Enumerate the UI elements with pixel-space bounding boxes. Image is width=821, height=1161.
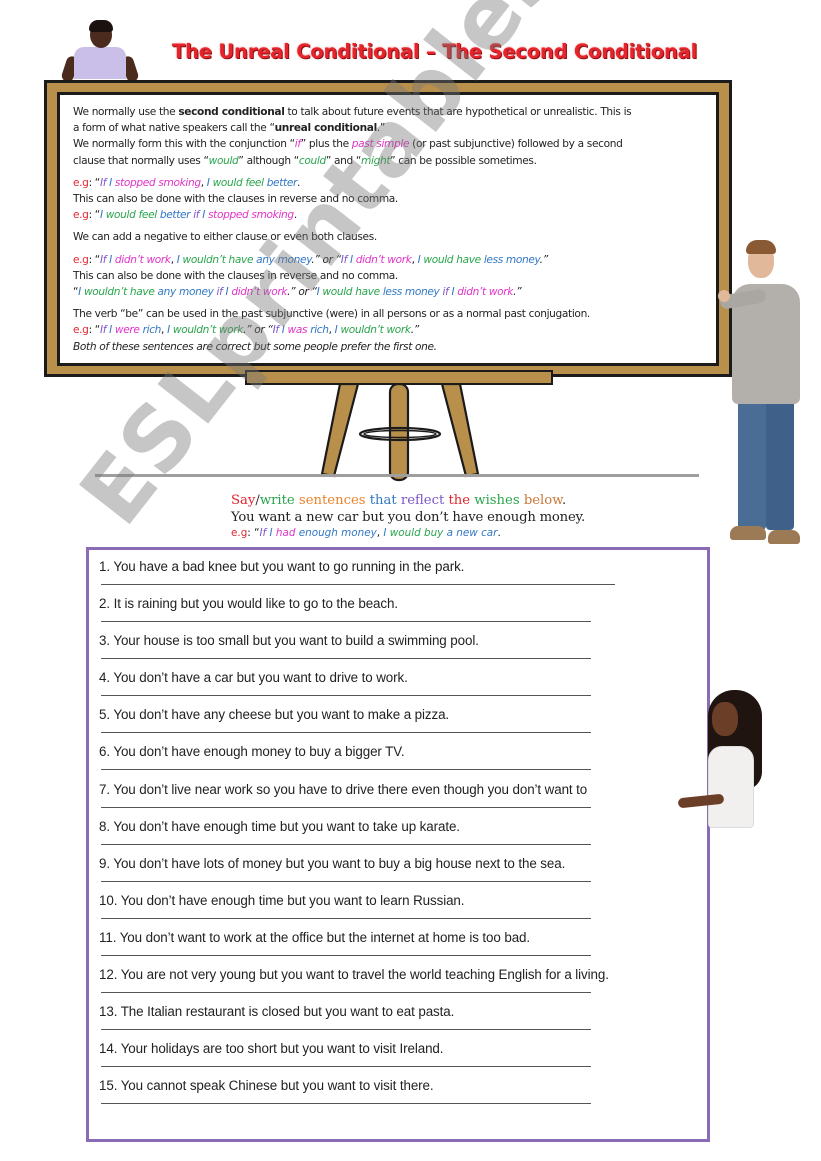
instruction-word: wishes xyxy=(474,493,524,508)
answer-line[interactable] xyxy=(101,584,615,585)
answer-line[interactable] xyxy=(101,732,591,734)
easel-shelf xyxy=(245,370,553,385)
be-note: The verb “be” can be used in the past su… xyxy=(73,308,590,321)
exercise-prompt: 1. You have a bad knee but you want to g… xyxy=(99,559,465,574)
grammar-explanation-board: We normally use the second conditional t… xyxy=(57,92,719,366)
answer-example: e.g: “If I had enough money, I would buy… xyxy=(231,527,501,539)
exercise-item: 13. The Italian restaurant is closed but… xyxy=(99,1002,707,1039)
exercise-item: 12. You are not very young but you want … xyxy=(99,965,707,1002)
exercise-prompt: 8. You don’t have enough time but you wa… xyxy=(99,818,460,834)
exercise-prompt: 4. You don’t have a car but you want to … xyxy=(99,670,408,686)
instruction-word: sentences xyxy=(298,493,370,508)
exercise-item: 15. You cannot speak Chinese but you wan… xyxy=(99,1076,707,1113)
instruction-word: Say xyxy=(231,493,256,508)
answer-line[interactable] xyxy=(101,769,591,771)
example-5: e.g: “If I were rich, I wouldn’t work.” … xyxy=(73,324,419,337)
exercise-item: 8. You don’t have enough time but you wa… xyxy=(99,817,707,854)
instruction-heading: Say/write sentences that reflect the wis… xyxy=(231,492,585,509)
negative-note: We can add a negative to either clause o… xyxy=(73,231,377,244)
exercise-item: 14. Your holidays are too short but you … xyxy=(99,1039,707,1076)
instruction-word: write xyxy=(259,493,299,508)
man-pointing-illustration xyxy=(718,240,806,555)
exercise-item: 10. You don’t have enough time but you w… xyxy=(99,891,707,928)
exercise-item: 11. You don’t want to work at the office… xyxy=(99,928,707,965)
exercise-prompt: 15. You cannot speak Chinese but you wan… xyxy=(99,1078,434,1094)
exercise-item: 7. You don’t live near work so you have … xyxy=(99,780,707,817)
intro-line-2: a form of what native speakers call the … xyxy=(73,122,386,135)
instruction-word: that xyxy=(369,493,401,508)
exercise-item: 1. You have a bad knee but you want to g… xyxy=(99,557,707,594)
answer-line[interactable] xyxy=(101,1103,591,1105)
exercise-prompt: 5. You don’t have any cheese but you wan… xyxy=(99,707,450,723)
answer-line[interactable] xyxy=(101,954,591,956)
exercise-box: 1. You have a bad knee but you want to g… xyxy=(86,547,710,1142)
exercise-item: 9. You don’t have lots of money but you … xyxy=(99,854,707,891)
answer-line[interactable] xyxy=(101,992,591,994)
exercise-prompt: 13. The Italian restaurant is closed but… xyxy=(99,1004,455,1020)
instruction-word: the xyxy=(448,493,475,508)
answer-line[interactable] xyxy=(101,658,591,660)
intro-line-3: We normally form this with the conjuncti… xyxy=(73,138,623,151)
exercise-prompt: 3. Your house is too small but you want … xyxy=(99,633,479,649)
answer-line[interactable] xyxy=(101,621,591,623)
situation-example: You want a new car but you don’t have en… xyxy=(231,510,586,525)
instruction-word: reflect xyxy=(400,493,449,508)
reverse-note: This can also be done with the clauses i… xyxy=(73,193,398,206)
exercise-list: 1. You have a bad knee but you want to g… xyxy=(99,557,707,1113)
answer-line[interactable] xyxy=(101,917,591,919)
woman-presenting-illustration xyxy=(676,688,768,828)
answer-line[interactable] xyxy=(101,843,591,845)
example-4: “I wouldn’t have any money if I didn’t w… xyxy=(73,286,522,299)
instruction-word: below xyxy=(523,493,562,508)
answer-line[interactable] xyxy=(101,695,591,697)
answer-line[interactable] xyxy=(101,1029,591,1031)
example-3: e.g: “If I didn’t work, I wouldn’t have … xyxy=(73,253,548,266)
example-1: e.g: “If I stopped smoking, I would feel… xyxy=(73,176,301,189)
answer-line[interactable] xyxy=(101,1066,591,1068)
exercise-item: 3. Your house is too small but you want … xyxy=(99,631,707,668)
answer-line[interactable] xyxy=(101,806,591,808)
worksheet-title: The Unreal Conditional – The Second Cond… xyxy=(172,40,698,63)
easel-legs-icon xyxy=(320,384,480,482)
floor-line xyxy=(95,474,699,477)
instruction-word: . xyxy=(561,493,567,508)
exercise-prompt: 2. It is raining but you would like to g… xyxy=(99,596,398,612)
intro-line-1: We normally use the second conditional t… xyxy=(73,106,632,118)
reverse-note-2: This can also be done with the clauses i… xyxy=(73,269,398,282)
exercise-item: 2. It is raining but you would like to g… xyxy=(99,594,707,631)
both-note: Both of these sentences are correct but … xyxy=(73,340,437,353)
exercise-prompt: 12. You are not very young but you want … xyxy=(99,967,609,983)
exercise-item: 6. You don’t have enough money to buy a … xyxy=(99,742,707,779)
answer-line[interactable] xyxy=(101,880,591,882)
example-2: e.g: “I would feel better if I stopped s… xyxy=(73,209,297,222)
exercise-prompt: 11. You don’t want to work at the office… xyxy=(99,929,531,945)
exercise-prompt: 6. You don’t have enough money to buy a … xyxy=(99,744,405,760)
woman-leaning-illustration xyxy=(60,20,140,84)
instructions: Say/write sentences that reflect the wis… xyxy=(231,492,585,540)
exercise-prompt: 14. Your holidays are too short but you … xyxy=(99,1041,444,1057)
exercise-item: 4. You don’t have a car but you want to … xyxy=(99,668,707,705)
exercise-prompt: 7. You don’t live near work so you have … xyxy=(99,781,588,797)
exercise-prompt: 9. You don’t have lots of money but you … xyxy=(99,855,566,871)
intro-line-4: clause that normally uses “would” althou… xyxy=(73,154,537,167)
exercise-prompt: 10. You don’t have enough time but you w… xyxy=(99,892,465,908)
exercise-item: 5. You don’t have any cheese but you wan… xyxy=(99,705,707,742)
